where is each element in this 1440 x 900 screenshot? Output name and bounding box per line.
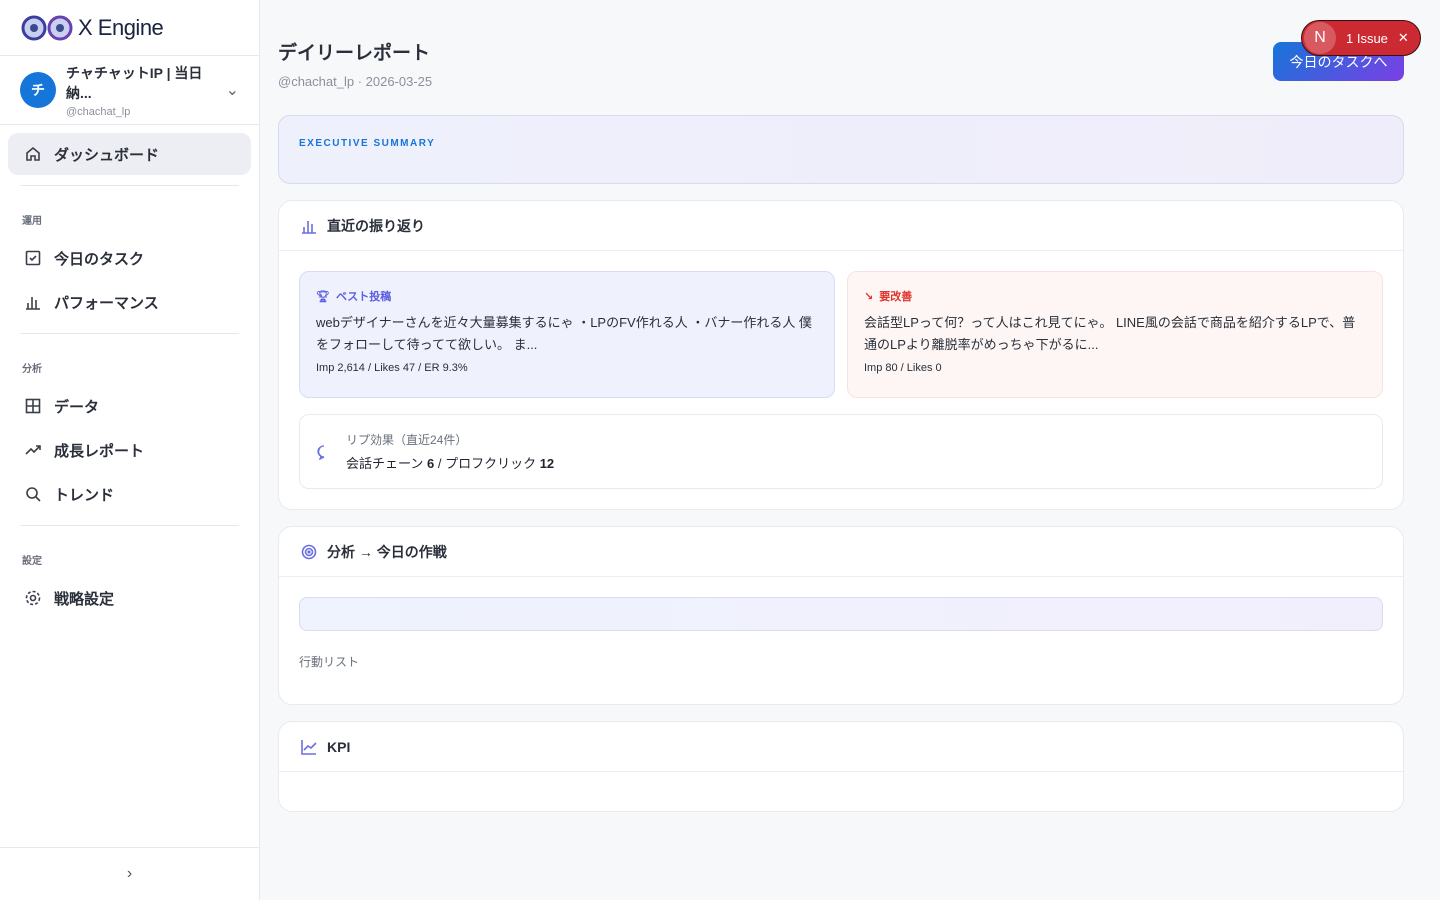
sidebar-item-tasks[interactable]: 今日のタスク bbox=[8, 237, 251, 279]
card-title: KPI bbox=[327, 738, 351, 755]
reply-effect: リプ効果（直近24件） 会話チェーン 6 / プロフクリック 12 bbox=[299, 414, 1383, 489]
chevron-right-icon: › bbox=[126, 865, 133, 882]
sidebar-item-label: データ bbox=[54, 398, 100, 416]
post-stats: Imp 2,614 / Likes 47 / ER 9.3% bbox=[316, 362, 468, 374]
chain-label: 会話チェーン bbox=[346, 456, 424, 471]
review-card: 直近の振り返り 🏆︎ ベスト投稿 webデザイナーさんを近々大量募集するにゃ ・L… bbox=[278, 200, 1404, 510]
target-icon bbox=[301, 544, 317, 559]
bad-post-tag: 要改善 bbox=[879, 291, 913, 303]
issue-initial: N bbox=[1304, 22, 1336, 54]
logo[interactable]: X Engine bbox=[0, 0, 259, 56]
sidebar-item-performance[interactable]: パフォーマンス bbox=[8, 281, 251, 323]
account-handle: @chachat_lp bbox=[66, 105, 131, 118]
sidebar-item-label: ダッシュボード bbox=[54, 146, 160, 164]
sidebar-item-data[interactable]: データ bbox=[8, 385, 251, 427]
post-text: webデザイナーさんを近々大量募集するにゃ ・LPのFV作れる人 ・バナー作れる… bbox=[316, 315, 812, 352]
card-title: 直近の振り返り bbox=[327, 217, 425, 234]
reply-label: リプ効果（直近24件） bbox=[346, 433, 468, 447]
brand-name: X Engine bbox=[78, 14, 164, 40]
line-chart-icon bbox=[301, 739, 317, 755]
sidebar: X Engine チ チャチャットIP | 当日納... @chachat_lp… bbox=[0, 0, 260, 900]
bar-chart-icon bbox=[26, 297, 40, 310]
separator: / bbox=[434, 456, 446, 471]
actions-label: 行動リスト bbox=[299, 655, 360, 669]
sidebar-item-trend[interactable]: トレンド bbox=[8, 473, 251, 515]
post-stats: Imp 80 / Likes 0 bbox=[864, 362, 942, 374]
needs-improvement-post[interactable]: ↘ 要改善 会話型LPって何？って人はこれ見てにゃ。 LINE風の会話で商品を紹介… bbox=[847, 271, 1383, 398]
checkbox-icon bbox=[25, 250, 41, 266]
gear-icon bbox=[25, 590, 41, 606]
group-label: 設定 bbox=[22, 556, 42, 567]
post-text: 会話型LPって何？って人はこれ見てにゃ。 LINE風の会話で商品を紹介するLPで… bbox=[864, 315, 1356, 352]
sidebar-item-dashboard[interactable]: ダッシュボード bbox=[8, 133, 251, 175]
executive-summary: EXECUTIVE SUMMARY bbox=[278, 115, 1404, 184]
plan-card: 分析 → 今日の作戦 行動リスト bbox=[278, 526, 1404, 705]
close-icon[interactable]: ✕ bbox=[1398, 30, 1409, 46]
avatar: チ bbox=[20, 72, 56, 108]
kpi-card: KPI bbox=[278, 721, 1404, 812]
sidebar-item-label: 戦略設定 bbox=[54, 590, 115, 608]
main-content: デイリーレポート @chachat_lp · 2026-03-25 今日のタスク… bbox=[278, 0, 1404, 812]
chevron-down-icon: ⌄ bbox=[225, 82, 239, 99]
account-name: チャチャットIP | 当日納... bbox=[66, 64, 203, 101]
sidebar-item-label: 今日のタスク bbox=[54, 250, 145, 268]
click-value: 12 bbox=[539, 456, 555, 471]
logo-icon bbox=[21, 15, 73, 40]
trophy-icon: 🏆︎ bbox=[316, 290, 330, 303]
search-icon bbox=[26, 487, 41, 502]
trending-up-icon bbox=[25, 445, 41, 455]
best-post-tag: ベスト投稿 bbox=[335, 291, 392, 303]
page-title: デイリーレポート bbox=[278, 43, 431, 64]
sidebar-item-growth[interactable]: 成長レポート bbox=[8, 429, 251, 471]
sidebar-item-label: パフォーマンス bbox=[54, 294, 159, 312]
click-label: プロフクリック bbox=[445, 456, 537, 471]
strategy-summary-box bbox=[299, 597, 1383, 631]
collapse-sidebar-button[interactable]: › bbox=[0, 847, 259, 900]
group-label: 分析 bbox=[22, 364, 42, 375]
group-label: 運用 bbox=[22, 216, 42, 227]
sidebar-item-label: トレンド bbox=[54, 486, 115, 504]
home-icon bbox=[26, 146, 40, 161]
sidebar-item-strategy[interactable]: 戦略設定 bbox=[8, 577, 251, 619]
account-switcher[interactable]: チ チャチャットIP | 当日納... @chachat_lp ⌄ bbox=[0, 56, 259, 125]
trending-down-icon: ↘ bbox=[864, 290, 874, 303]
issue-label: 1 Issue bbox=[1346, 30, 1388, 46]
best-post[interactable]: 🏆︎ ベスト投稿 webデザイナーさんを近々大量募集するにゃ ・LPのFV作れる人… bbox=[299, 271, 835, 398]
bar-chart-icon bbox=[302, 220, 316, 234]
card-title: 分析 → 今日の作戦 bbox=[327, 543, 447, 560]
sidebar-item-label: 成長レポート bbox=[54, 442, 145, 460]
table-icon bbox=[25, 398, 41, 414]
page-subtitle: @chachat_lp · 2026-03-25 bbox=[278, 74, 433, 89]
chat-bubble-icon bbox=[317, 444, 325, 460]
issue-badge[interactable]: N 1 Issue ✕ bbox=[1301, 20, 1421, 56]
